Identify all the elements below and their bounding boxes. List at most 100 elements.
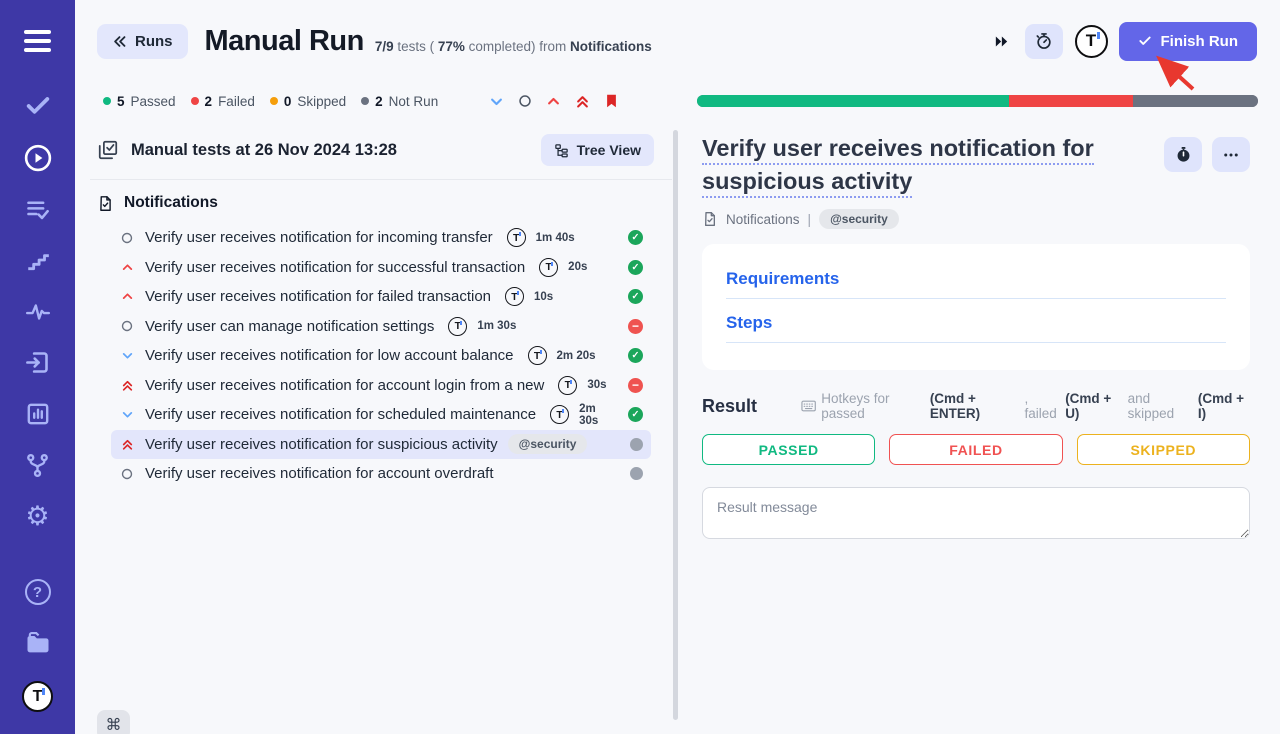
gray-dot: [630, 438, 643, 451]
hotkeys-hint: Hotkeys for passed (Cmd + ENTER) , faile…: [801, 391, 1250, 421]
topbar-actions: T Finish Run: [993, 22, 1258, 61]
suite-name: Notifications: [124, 194, 218, 212]
stopwatch-icon: [1034, 31, 1054, 51]
test-duration: 2m 30s: [579, 403, 618, 427]
more-options-button[interactable]: [1212, 137, 1250, 172]
analytics-icon[interactable]: [18, 400, 58, 429]
test-title: Verify user receives notification for fa…: [145, 288, 491, 305]
pulse-icon[interactable]: [18, 297, 58, 326]
notrun-label: Not Run: [389, 94, 439, 109]
status-summary-row: 5Passed 2Failed 0Skipped 2Not Run: [75, 82, 1280, 120]
check-icon-small: [1138, 34, 1152, 48]
scrollbar-thumb[interactable]: [673, 130, 678, 720]
check-glyph: ✓: [628, 289, 643, 304]
test-rows: Verify user receives notification for in…: [75, 221, 672, 489]
summary-notrun: 2Not Run: [361, 94, 438, 109]
bookmark-icon[interactable]: [604, 93, 619, 109]
check-glyph: ✓: [628, 260, 643, 275]
subtitle-text2: completed) from: [465, 39, 570, 54]
checklist-icon: [97, 139, 119, 161]
test-list-panel: Manual tests at 26 Nov 2024 13:28 Tree V…: [75, 120, 672, 734]
detail-title-text: Verify user receives notification for su…: [702, 135, 1094, 198]
security-tag[interactable]: @security: [508, 434, 588, 454]
testomat-badge-icon: T: [550, 405, 569, 424]
detail-meta: Notifications | @security: [702, 209, 1250, 229]
priority-high-icon: [119, 261, 135, 274]
tree-view-icon: [554, 143, 569, 158]
status-notrun-icon: [630, 438, 643, 451]
test-title: Verify user can manage notification sett…: [145, 318, 434, 335]
detail-security-tag[interactable]: @security: [819, 209, 899, 229]
list-check-icon[interactable]: [18, 195, 58, 224]
failed-dot: [191, 97, 199, 105]
requirements-section-header[interactable]: Requirements: [726, 269, 1226, 299]
result-header: Result Hotkeys for passed (Cmd + ENTER) …: [702, 391, 1250, 421]
timer-button[interactable]: [1025, 24, 1063, 59]
branch-icon[interactable]: [18, 451, 58, 480]
page-title: Manual Run: [205, 25, 364, 58]
test-row[interactable]: Verify user receives notification for fa…: [111, 282, 651, 312]
test-title: Verify user receives notification for lo…: [145, 347, 514, 364]
testomat-badge-icon: T: [505, 287, 524, 306]
priority-normal-icon[interactable]: [518, 94, 532, 108]
finish-run-button[interactable]: Finish Run: [1119, 22, 1258, 61]
test-row[interactable]: Verify user receives notification for ac…: [111, 371, 651, 401]
steps-icon[interactable]: [18, 246, 58, 275]
status-passed-icon: ✓: [628, 407, 643, 422]
status-passed-icon: ✓: [628, 260, 643, 275]
testomat-logo[interactable]: T: [18, 682, 58, 712]
tree-view-button[interactable]: Tree View: [541, 134, 654, 166]
detail-title[interactable]: Verify user receives notification for su…: [702, 132, 1148, 198]
test-row[interactable]: Verify user can manage notification sett…: [111, 312, 651, 342]
command-hotkey-chip[interactable]: ⌘: [97, 710, 130, 734]
check-icon[interactable]: [18, 91, 58, 120]
test-duration: 20s: [568, 261, 587, 273]
priority-critical-icon: [119, 438, 135, 451]
test-row[interactable]: Verify user receives notification for in…: [111, 223, 651, 253]
subtitle-suite: Notifications: [570, 39, 652, 54]
main-area: Runs Manual Run 7/9 tests ( 77% complete…: [75, 0, 1280, 734]
separator: |: [808, 212, 812, 227]
skipped-button[interactable]: SKIPPED: [1077, 434, 1250, 465]
passed-count: 5: [117, 94, 125, 109]
steps-section-header[interactable]: Steps: [726, 313, 1226, 343]
result-message-input[interactable]: [702, 487, 1250, 539]
testomat-logo-top[interactable]: T: [1075, 25, 1108, 58]
skipped-label: Skipped: [297, 94, 346, 109]
finish-run-label: Finish Run: [1161, 33, 1239, 50]
passed-button[interactable]: PASSED: [702, 434, 875, 465]
check-glyph: ✓: [628, 348, 643, 363]
priority-low-icon[interactable]: [489, 94, 504, 109]
status-failed-icon: −: [628, 319, 643, 334]
test-row[interactable]: Verify user receives notification for sc…: [111, 400, 651, 430]
suite-folder[interactable]: Notifications: [75, 180, 672, 221]
test-row[interactable]: Verify user receives notification for ac…: [111, 459, 651, 489]
keyboard-icon: [801, 399, 816, 413]
fast-forward-icon[interactable]: [993, 33, 1010, 50]
priority-low-icon: [119, 408, 135, 421]
settings-gear-icon[interactable]: ⚙: [18, 502, 58, 531]
run-play-icon[interactable]: [18, 143, 58, 173]
test-duration: 1m 30s: [477, 320, 516, 332]
menu-icon[interactable]: [18, 26, 58, 55]
detail-header: Verify user receives notification for su…: [702, 132, 1250, 198]
help-icon[interactable]: ?: [18, 577, 58, 606]
projects-folder-icon[interactable]: [18, 629, 58, 658]
test-row[interactable]: Verify user receives notification for su…: [111, 253, 651, 283]
back-to-runs-button[interactable]: Runs: [97, 24, 188, 59]
topbar: Runs Manual Run 7/9 tests ( 77% complete…: [75, 0, 1280, 82]
import-icon[interactable]: [18, 348, 58, 377]
detail-suite-link[interactable]: Notifications: [726, 212, 800, 227]
priority-critical-icon: [119, 379, 135, 392]
failed-button[interactable]: FAILED: [889, 434, 1062, 465]
logo-letter-top: T: [1075, 25, 1108, 58]
question-mark: ?: [25, 579, 51, 605]
ellipsis-icon: [1222, 146, 1240, 164]
panel-scrollbar[interactable]: [672, 120, 680, 734]
skipped-dot: [270, 97, 278, 105]
priority-high-icon[interactable]: [546, 94, 561, 109]
test-row[interactable]: Verify user receives notification for lo…: [111, 341, 651, 371]
test-row-selected[interactable]: Verify user receives notification for su…: [111, 430, 651, 460]
priority-critical-icon[interactable]: [575, 94, 590, 109]
detail-timer-button[interactable]: [1164, 137, 1202, 172]
